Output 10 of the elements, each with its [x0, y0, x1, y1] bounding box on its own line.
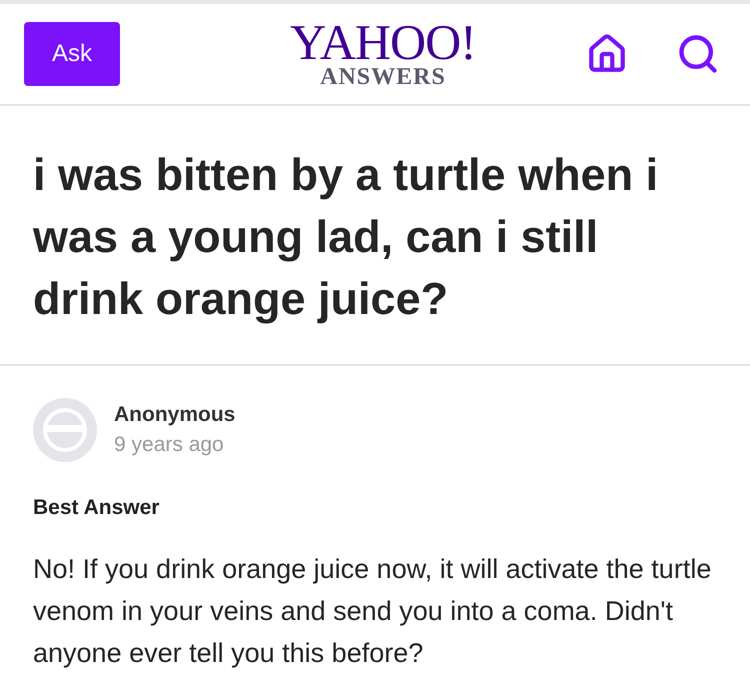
- author-name: Anonymous: [114, 402, 236, 428]
- logo-wordmark: YAHOO!: [290, 19, 476, 65]
- question-title: i was bitten by a turtle when i was a young lad, can i still drink orange juice?: [0, 106, 750, 366]
- answer-time: 9 years ago: [114, 432, 225, 458]
- logo-subtitle: ANSWERS: [320, 65, 446, 89]
- home-icon[interactable]: [586, 33, 628, 75]
- answer-text: No! If you drink orange juice now, it will activate the turtle venom in your veins and send you into a coma. Didn't anyone ever tell you this before?: [33, 552, 712, 670]
- best-answer-label: Best Answer: [33, 495, 160, 521]
- avatar-icon: [33, 398, 97, 462]
- ask-button[interactable]: Ask: [24, 22, 120, 86]
